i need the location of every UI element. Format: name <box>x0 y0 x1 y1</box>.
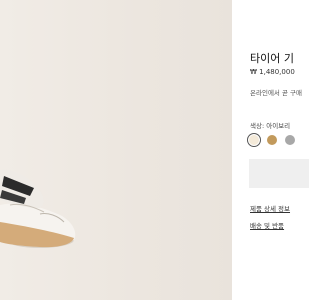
product-details-link[interactable]: 제품 상세 정보 <box>250 203 290 213</box>
product-image <box>0 0 232 300</box>
product-price: ₩ 1,480,000 <box>250 68 295 76</box>
color-label: 색상: 아이보리 <box>250 122 291 130</box>
swatch-tan[interactable] <box>267 135 277 145</box>
product-title: 타이어 기 <box>250 52 294 65</box>
sneaker-illustration <box>0 169 76 248</box>
add-to-cart-button[interactable] <box>249 159 309 188</box>
swatch-ivory[interactable] <box>249 135 259 145</box>
online-availability-note: 온라인에서 곧 구매 <box>250 89 302 97</box>
swatch-grey[interactable] <box>285 135 295 145</box>
product-info-panel <box>232 0 300 300</box>
shipping-returns-link[interactable]: 배송 및 반품 <box>250 220 284 230</box>
